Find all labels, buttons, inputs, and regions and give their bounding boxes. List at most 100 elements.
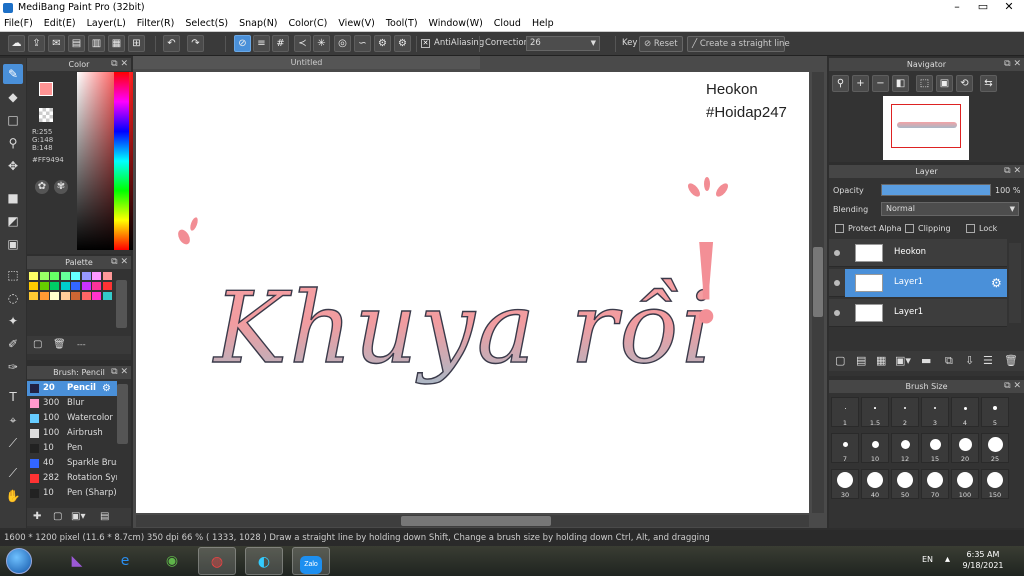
brush-size-cell[interactable]: 7 bbox=[831, 433, 859, 463]
gradient-tool-icon[interactable]: ◩ bbox=[3, 211, 23, 231]
brush-size-cell[interactable]: 50 bbox=[891, 469, 919, 499]
add-halftone-layer-icon[interactable]: ▤ bbox=[856, 354, 866, 367]
eyedropper-tool-icon[interactable]: ⟋ bbox=[3, 433, 23, 453]
hue-slider[interactable] bbox=[114, 72, 129, 250]
reset-button[interactable]: ⊘ Reset bbox=[639, 36, 683, 52]
trash-icon[interactable]: 🗑 bbox=[1004, 354, 1018, 367]
brush-item[interactable]: 20 Pencil ⚙ bbox=[27, 381, 117, 396]
palette-swatch[interactable] bbox=[39, 272, 49, 280]
vanish-snap-icon[interactable]: ≺ bbox=[294, 35, 311, 52]
zalo-button[interactable]: Zalo bbox=[292, 547, 330, 575]
select-eraser-tool-icon[interactable]: ✑ bbox=[3, 357, 23, 377]
tray-arrow-icon[interactable]: ▴ bbox=[945, 554, 950, 565]
layer-add-menu-icon[interactable]: ▣▾ bbox=[895, 354, 911, 367]
brush-item[interactable]: 100 Watercolor bbox=[27, 411, 117, 426]
maximize-button[interactable]: ▭ bbox=[970, 0, 996, 16]
layer-item[interactable]: Layer1 ⚙ bbox=[829, 269, 1007, 297]
palette-swatch[interactable] bbox=[60, 272, 70, 280]
brush-size-cell[interactable]: 4 bbox=[951, 397, 979, 427]
brush-menu-icon[interactable]: ▣▾ bbox=[71, 511, 85, 522]
menu-view[interactable]: View(V) bbox=[338, 18, 374, 29]
panel-controls-icon[interactable]: ⧉ ✕ bbox=[111, 256, 128, 269]
brush-settings-icon[interactable]: ▤ bbox=[100, 511, 109, 522]
palette-swatch[interactable] bbox=[102, 282, 112, 290]
add-8bit-layer-icon[interactable]: ▦ bbox=[876, 354, 886, 367]
color-palette-icon[interactable]: ✾ bbox=[54, 180, 68, 194]
brush-size-cell[interactable]: 100 bbox=[951, 469, 979, 499]
menu-edit[interactable]: Edit(E) bbox=[44, 18, 76, 29]
fill-tool-icon[interactable]: ▣ bbox=[3, 234, 23, 254]
straight-line-button[interactable]: ╱ Create a straight line bbox=[687, 36, 790, 52]
zoom-out-icon[interactable]: − bbox=[872, 75, 889, 92]
correction-select[interactable]: 26 ▼ bbox=[526, 36, 600, 51]
brush-scrollbar[interactable] bbox=[117, 384, 128, 444]
menu-cloud[interactable]: Cloud bbox=[494, 18, 521, 29]
canvas[interactable]: Heokon #Hoidap247 Khuya rồi ! bbox=[136, 72, 809, 513]
menu-tool[interactable]: Tool(T) bbox=[386, 18, 418, 29]
brush-size-cell[interactable]: 40 bbox=[861, 469, 889, 499]
palette-swatch[interactable] bbox=[102, 272, 112, 280]
brush-size-cell[interactable]: 30 bbox=[831, 469, 859, 499]
lock-checkbox[interactable] bbox=[966, 224, 975, 233]
layer-menu-icon[interactable]: ☰ bbox=[983, 354, 993, 367]
visual-studio-icon[interactable]: ◣ bbox=[58, 547, 96, 575]
layer-item[interactable]: Layer1 bbox=[829, 299, 1007, 327]
magic-wand-tool-icon[interactable]: ✦ bbox=[3, 311, 23, 331]
menu-color[interactable]: Color(C) bbox=[289, 18, 328, 29]
flip-icon[interactable]: ⇆ bbox=[980, 75, 997, 92]
antialiasing-checkbox[interactable]: ✕ bbox=[421, 39, 430, 48]
copy-brush-icon[interactable]: ▢ bbox=[53, 511, 62, 522]
palette-swatch[interactable] bbox=[81, 272, 91, 280]
brush-size-cell[interactable]: 150 bbox=[981, 469, 1009, 499]
brush-size-cell[interactable]: 2 bbox=[891, 397, 919, 427]
palette-swatch[interactable] bbox=[60, 292, 70, 300]
dot-tool-icon[interactable]: ⚲ bbox=[3, 133, 23, 153]
add-brush-icon[interactable]: ✚ bbox=[33, 511, 41, 522]
menu-filter[interactable]: Filter(R) bbox=[137, 18, 175, 29]
share-icon[interactable]: ⇪ bbox=[28, 35, 45, 52]
menu-file[interactable]: File(F) bbox=[4, 18, 33, 29]
folder-icon[interactable]: ▬ bbox=[921, 354, 931, 367]
start-button[interactable] bbox=[6, 548, 32, 574]
palette-swatch[interactable] bbox=[92, 272, 101, 280]
brush-size-cell[interactable]: 25 bbox=[981, 433, 1009, 463]
brush-item[interactable]: 100 Airbrush bbox=[27, 426, 117, 441]
brush-size-cell[interactable]: 10 bbox=[861, 433, 889, 463]
blending-select[interactable]: Normal ▼ bbox=[881, 202, 1019, 216]
saturation-picker[interactable] bbox=[77, 72, 139, 250]
palette-swatch[interactable] bbox=[71, 272, 80, 280]
brush-item[interactable]: 282 Rotation Sym bbox=[27, 471, 117, 486]
curve-snap-icon[interactable]: ∽ bbox=[354, 35, 371, 52]
palette-swatch[interactable] bbox=[29, 272, 38, 280]
grid-icon[interactable]: ⊞ bbox=[128, 35, 145, 52]
palette-swatch[interactable] bbox=[71, 292, 80, 300]
palette-swatch[interactable] bbox=[39, 292, 49, 300]
menu-window[interactable]: Window(W) bbox=[429, 18, 483, 29]
menu-layer[interactable]: Layer(L) bbox=[87, 18, 126, 29]
coccoc-icon[interactable]: ◉ bbox=[153, 547, 191, 575]
palette-swatch[interactable] bbox=[39, 282, 49, 290]
eyedropper2-tool-icon[interactable]: ⟋ bbox=[3, 463, 23, 483]
panel-controls-icon[interactable]: ⧉ ✕ bbox=[1004, 58, 1021, 71]
panel-controls-icon[interactable]: ⧉ ✕ bbox=[1004, 165, 1021, 178]
panel-controls-icon[interactable]: ⧉ ✕ bbox=[111, 58, 128, 71]
layer-scrollbar[interactable] bbox=[1009, 243, 1021, 323]
add-page-icon[interactable]: ▢ bbox=[33, 339, 42, 350]
palette-scrollbar[interactable] bbox=[116, 280, 127, 328]
palette-swatch[interactable] bbox=[81, 282, 91, 290]
vertical-scroll-thumb[interactable] bbox=[813, 247, 823, 317]
brush-settings-gear-icon[interactable]: ⚙ bbox=[102, 381, 111, 396]
panel-controls-icon[interactable]: ⧉ ✕ bbox=[1004, 380, 1021, 393]
clock[interactable]: 6:35 AM 9/18/2021 bbox=[958, 549, 1008, 571]
redo-icon[interactable]: ↷ bbox=[187, 35, 204, 52]
chrome-icon[interactable]: ◍ bbox=[198, 547, 236, 575]
eraser-tool-icon[interactable]: ◆ bbox=[3, 87, 23, 107]
trash-icon[interactable]: 🗑 bbox=[53, 339, 66, 350]
vertical-scrollbar[interactable] bbox=[812, 72, 824, 513]
text-icon[interactable]: ▤ bbox=[68, 35, 85, 52]
panel-controls-icon[interactable]: ⧉ ✕ bbox=[111, 366, 128, 379]
radial-snap-icon[interactable]: ✳ bbox=[313, 35, 330, 52]
opacity-slider[interactable] bbox=[881, 184, 991, 196]
zoom-icon[interactable]: ⚲ bbox=[832, 75, 849, 92]
comment-icon[interactable]: ✉ bbox=[48, 35, 65, 52]
